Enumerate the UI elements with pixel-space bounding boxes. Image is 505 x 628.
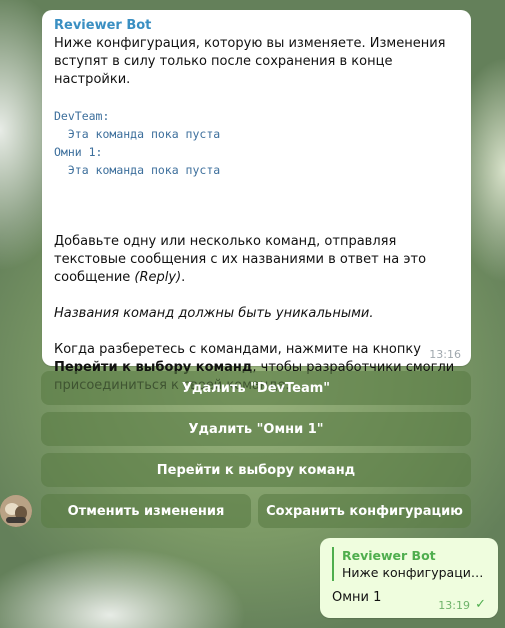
- delete-devteam-button[interactable]: Удалить "DevTeam": [41, 371, 471, 405]
- outgoing-time: 13:19: [438, 599, 470, 612]
- intro-text: Ниже конфигурация, которую вы изменяете.…: [54, 36, 446, 87]
- team-name-omni: Омни 1:: [54, 145, 103, 159]
- avatar-image: [0, 495, 32, 527]
- add-end: .: [181, 270, 186, 285]
- team-status-text: Эта команда пока пуста: [67, 163, 221, 177]
- bot-message-bubble: Reviewer Bot Ниже конфигурация, которую …: [42, 10, 471, 393]
- unique-note: Названия команд должны быть уникальными.: [54, 305, 459, 323]
- cancel-changes-button[interactable]: Отменить изменения: [41, 494, 251, 528]
- team-name-devteam: DevTeam:: [54, 109, 110, 123]
- team-status-omni: Эта команда пока пуста: [54, 161, 459, 179]
- goto-select-teams-button[interactable]: Перейти к выбору команд: [41, 453, 471, 487]
- bot-avatar[interactable]: [0, 495, 32, 527]
- save-config-button[interactable]: Сохранить конфигурацию: [258, 494, 471, 528]
- team-status-text: Эта команда пока пуста: [67, 127, 221, 141]
- reply-hint: (Reply): [134, 270, 182, 285]
- final-pre: Когда разберетесь с командами, нажмите н…: [54, 342, 421, 357]
- team-status-devteam: Эта команда пока пуста: [54, 125, 459, 143]
- reply-snippet: Ниже конфигурация, ...: [342, 565, 486, 580]
- reply-sender: Reviewer Bot: [342, 548, 436, 563]
- read-check-icon: ✓: [475, 597, 486, 612]
- delete-omni-button[interactable]: Удалить "Омни 1": [41, 412, 471, 446]
- add-text: Добавьте одну или несколько команд, отпр…: [54, 234, 427, 285]
- add-instructions: Добавьте одну или несколько команд, отпр…: [54, 233, 459, 287]
- message-time: 13:16: [429, 348, 461, 361]
- reply-preview[interactable]: Reviewer Bot Ниже конфигурация, ...: [332, 547, 486, 581]
- message-sender[interactable]: Reviewer Bot: [54, 17, 459, 35]
- outgoing-message-bubble: Reviewer Bot Ниже конфигурация, ... Омни…: [320, 538, 498, 618]
- unique-note-text: Названия команд должны быть уникальными.: [54, 306, 374, 321]
